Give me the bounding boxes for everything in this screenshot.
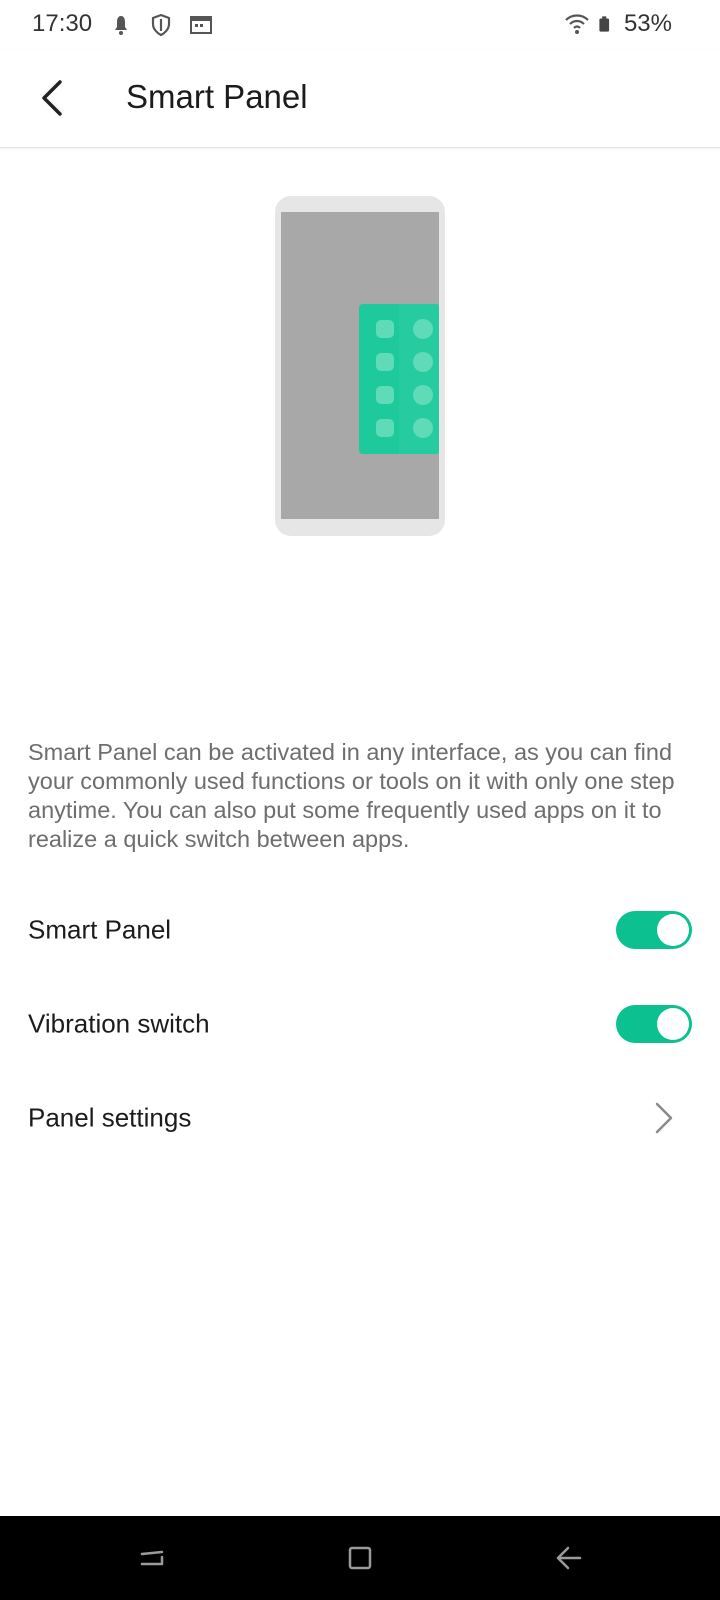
app-bar: Smart Panel [0, 50, 720, 148]
recents-icon [140, 1550, 164, 1566]
wifi-icon [565, 14, 589, 34]
smart-panel-toggle[interactable] [616, 911, 692, 949]
toggle-knob [657, 1008, 689, 1040]
status-icons-left [108, 12, 214, 38]
back-button[interactable] [26, 72, 78, 124]
vibration-switch-label: Vibration switch [28, 1008, 210, 1039]
home-button[interactable] [336, 1534, 384, 1582]
smart-panel-label: Smart Panel [28, 914, 172, 945]
notification-icon [115, 16, 127, 35]
home-icon [348, 1546, 372, 1570]
recents-button[interactable] [128, 1534, 176, 1582]
battery-percent: 53% [623, 10, 672, 37]
nav-back-button[interactable] [544, 1534, 592, 1582]
status-time: 17:30 [32, 10, 93, 37]
back-icon [556, 1546, 582, 1570]
smart-panel-illustration [275, 196, 445, 536]
vibration-switch-row[interactable]: Vibration switch [0, 978, 720, 1070]
battery-icon [599, 16, 610, 32]
description-text: Smart Panel can be activated in any inte… [28, 739, 675, 852]
vibration-switch-toggle[interactable] [616, 1005, 692, 1043]
status-bar: 17:30 53% [0, 0, 720, 50]
chevron-right-icon [655, 1102, 673, 1134]
panel-settings-label: Panel settings [28, 1102, 192, 1133]
navigation-bar [0, 1516, 720, 1600]
calendar-icon [190, 16, 212, 34]
back-arrow-icon [42, 80, 62, 116]
shield-icon [151, 13, 171, 37]
toggle-knob [657, 914, 689, 946]
panel-settings-row[interactable]: Panel settings [0, 1072, 720, 1164]
page-title: Smart Panel [126, 78, 308, 115]
status-icons-right: 53% [564, 10, 672, 38]
smart-panel-row[interactable]: Smart Panel [0, 884, 720, 976]
